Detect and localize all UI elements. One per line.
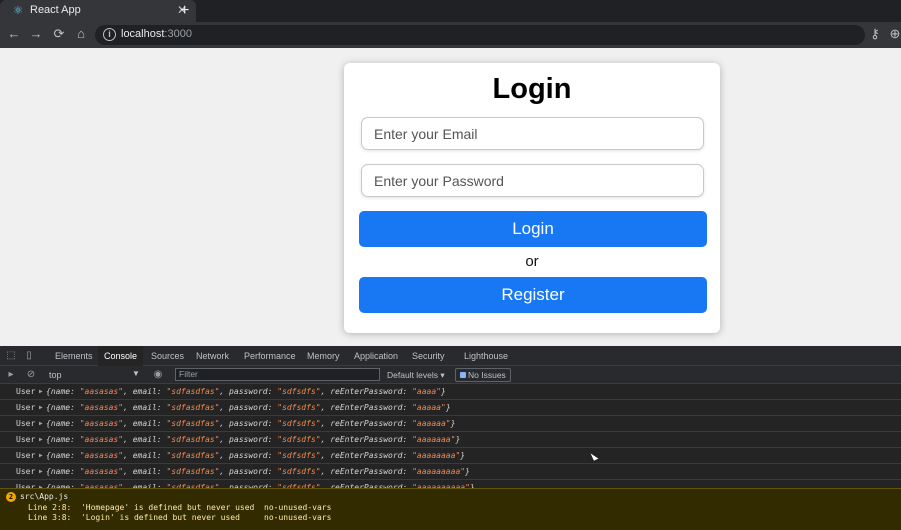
console-log-list: User ▶ {name: "aasasas", email: "sdfasdfas… xyxy=(0,384,901,488)
expand-icon[interactable]: ▶ xyxy=(39,384,43,399)
address-bar[interactable]: i localhost:3000 xyxy=(95,25,865,45)
log-object[interactable]: {name: "aasasas", email: "sdfasdfas", pa… xyxy=(46,448,465,463)
devtools-tab-bar: ⬚ ▯ Elements Console Sources Network Per… xyxy=(0,346,901,366)
log-levels-dropdown[interactable]: Default levels ▾ xyxy=(387,370,445,381)
password-key-icon[interactable]: ⚷ xyxy=(867,26,883,42)
tab-elements[interactable]: Elements xyxy=(55,346,93,366)
log-object[interactable]: {name: "aasasas", email: "sdfasdfas", pa… xyxy=(46,400,451,415)
zoom-icon[interactable]: ⊕ xyxy=(887,26,901,42)
login-button[interactable]: Login xyxy=(359,211,707,247)
new-tab-button[interactable]: + xyxy=(180,1,189,21)
chevron-down-icon[interactable]: ▼ xyxy=(132,369,140,378)
expand-icon[interactable]: ▶ xyxy=(39,480,43,488)
log-label: User xyxy=(16,419,36,428)
tab-memory[interactable]: Memory xyxy=(307,346,340,366)
back-icon[interactable]: ← xyxy=(6,26,22,42)
console-log-row[interactable]: User ▶ {name: "aasasas", email: "sdfasdfas… xyxy=(0,432,901,448)
warning-strip xyxy=(0,526,901,530)
console-filter-input[interactable]: Filter xyxy=(175,368,380,381)
expand-icon[interactable]: ▶ xyxy=(39,432,43,447)
inspect-element-icon[interactable]: ⬚ xyxy=(5,350,17,362)
log-object[interactable]: {name: "aasasas", email: "sdfasdfas", pa… xyxy=(46,384,446,399)
or-separator: or xyxy=(525,253,539,270)
issues-button[interactable]: No Issues xyxy=(455,368,511,382)
expand-icon[interactable]: ▶ xyxy=(39,416,43,431)
tab-console[interactable]: Console xyxy=(98,346,144,366)
log-label: User xyxy=(16,403,36,412)
login-card: Login Login or Register xyxy=(344,63,720,333)
password-input[interactable] xyxy=(361,164,704,197)
console-log-row[interactable]: User ▶ {name: "aasasas", email: "sdfasdfas… xyxy=(0,448,901,464)
log-label: User xyxy=(16,451,36,460)
warning-line: Line 3:8: 'Login' is defined but never u… xyxy=(28,513,332,522)
log-object[interactable]: {name: "aasasas", email: "sdfasdfas", pa… xyxy=(46,480,475,488)
log-object[interactable]: {name: "aasasas", email: "sdfasdfas", pa… xyxy=(46,416,455,431)
home-icon[interactable]: ⌂ xyxy=(73,26,89,42)
sidebar-toggle-icon[interactable]: ▸ xyxy=(5,369,17,381)
eslint-warning: 2 src\App.js Line 2:8: 'Homepage' is def… xyxy=(0,488,901,526)
browser-tab[interactable]: ⚛ React App ✕ xyxy=(0,0,196,22)
browser-toolbar: ← → ⟳ ⌂ i localhost:3000 ⚷ ⊕ xyxy=(0,22,901,48)
tab-application[interactable]: Application xyxy=(354,346,398,366)
issues-icon xyxy=(460,372,466,378)
url-text: localhost:3000 xyxy=(121,28,192,40)
warning-file[interactable]: src\App.js xyxy=(20,492,68,501)
log-label: User xyxy=(16,467,36,476)
console-log-row[interactable]: User ▶ {name: "aasasas", email: "sdfasdfas… xyxy=(0,464,901,480)
tab-lighthouse[interactable]: Lighthouse xyxy=(464,346,508,366)
email-input[interactable] xyxy=(361,117,704,150)
expand-icon[interactable]: ▶ xyxy=(39,464,43,479)
login-title: Login xyxy=(492,73,572,105)
warning-icon: 2 xyxy=(6,492,16,502)
reload-icon[interactable]: ⟳ xyxy=(51,26,67,42)
react-logo-icon: ⚛ xyxy=(13,5,23,17)
browser-tab-strip: ⚛ React App ✕ + xyxy=(0,0,901,22)
console-toolbar: ▸ ⊘ top ▼ ◉ Filter Default levels ▾ No I… xyxy=(0,366,901,384)
site-info-icon[interactable]: i xyxy=(103,28,116,41)
tab-network[interactable]: Network xyxy=(196,346,229,366)
tab-security[interactable]: Security xyxy=(412,346,445,366)
log-object[interactable]: {name: "aasasas", email: "sdfasdfas", pa… xyxy=(46,432,460,447)
screen: ⚛ React App ✕ + ← → ⟳ ⌂ i localhost:3000… xyxy=(0,0,901,530)
context-selector[interactable]: top xyxy=(49,370,62,380)
page-viewport: Login Login or Register xyxy=(0,48,901,346)
eye-icon[interactable]: ◉ xyxy=(152,369,164,381)
expand-icon[interactable]: ▶ xyxy=(39,448,43,463)
devtools-panel: ⬚ ▯ Elements Console Sources Network Per… xyxy=(0,346,901,530)
tab-sources[interactable]: Sources xyxy=(151,346,184,366)
log-label: User xyxy=(16,387,36,396)
log-object[interactable]: {name: "aasasas", email: "sdfasdfas", pa… xyxy=(46,464,470,479)
clear-console-icon[interactable]: ⊘ xyxy=(25,369,37,381)
console-log-row[interactable]: User ▶ {name: "aasasas", email: "sdfasdfas… xyxy=(0,416,901,432)
tab-title: React App xyxy=(30,4,81,16)
log-label: User xyxy=(16,435,36,444)
device-toolbar-icon[interactable]: ▯ xyxy=(23,350,35,362)
console-log-row[interactable]: User ▶ {name: "aasasas", email: "sdfasdfas… xyxy=(0,400,901,416)
expand-icon[interactable]: ▶ xyxy=(39,400,43,415)
warning-line: Line 2:8: 'Homepage' is defined but neve… xyxy=(28,503,332,512)
tab-performance[interactable]: Performance xyxy=(244,346,296,366)
forward-icon[interactable]: → xyxy=(28,26,44,42)
console-log-row[interactable]: User ▶ {name: "aasasas", email: "sdfasdfas… xyxy=(0,480,901,488)
console-log-row[interactable]: User ▶ {name: "aasasas", email: "sdfasdfas… xyxy=(0,384,901,400)
register-button[interactable]: Register xyxy=(359,277,707,313)
log-label: User xyxy=(16,483,36,488)
